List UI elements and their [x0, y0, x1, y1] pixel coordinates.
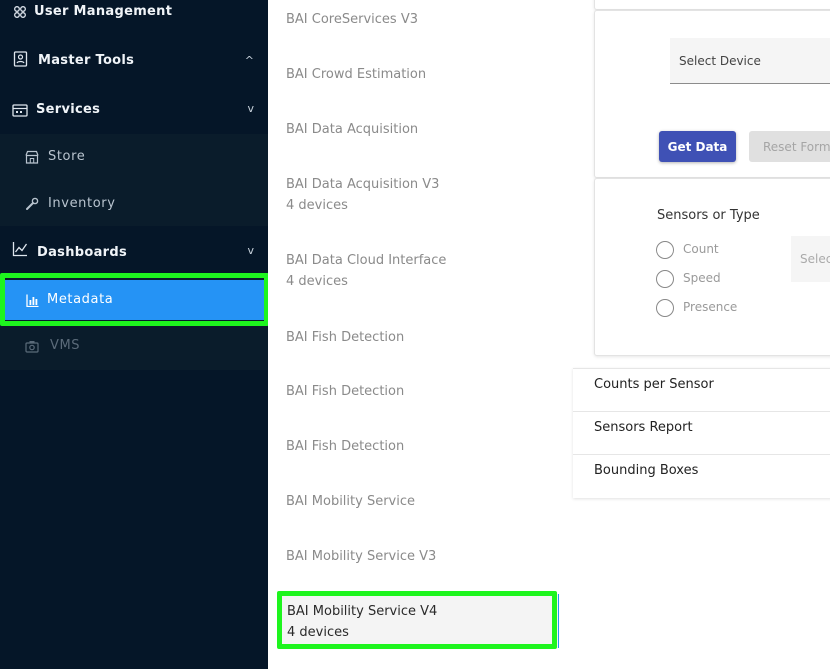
- app-root: User Management Master Tools ^ Services …: [0, 0, 830, 669]
- wrench-icon: [24, 196, 40, 212]
- list-item-service[interactable]: BAI Mobility Service V3: [286, 546, 436, 567]
- sidebar-item-label: Inventory: [48, 196, 116, 211]
- sidebar-item-store[interactable]: Store: [0, 137, 268, 177]
- accordion-sensors-report[interactable]: Sensors Report: [573, 411, 830, 454]
- accordion-label: Sensors Report: [594, 420, 693, 435]
- store-icon: [24, 149, 40, 165]
- sidebar-item-label: VMS: [50, 338, 81, 353]
- list-item-service[interactable]: BAI CoreServices V3: [286, 9, 418, 30]
- sidebar-item-services[interactable]: Services v: [0, 98, 268, 122]
- service-list: BAI CoreServices V3 BAI Crowd Estimation…: [268, 0, 560, 669]
- list-item-service[interactable]: BAI Data Acquisition: [286, 119, 418, 140]
- contact-book-icon: [12, 51, 28, 67]
- service-name: BAI Mobility Service V4: [287, 604, 438, 619]
- sensor-select-placeholder: Select: [800, 252, 830, 266]
- sidebar-item-label: Metadata: [47, 292, 114, 307]
- sensors-title: Sensors or Type: [657, 208, 760, 223]
- service-name: BAI CoreServices V3: [286, 12, 418, 27]
- device-count: 4 devices: [287, 625, 349, 640]
- service-name: BAI Fish Detection: [286, 330, 405, 345]
- list-item-service[interactable]: BAI Fish Detection: [286, 381, 404, 402]
- get-data-button[interactable]: Get Data: [659, 131, 736, 162]
- sidebar-item-dashboards[interactable]: Dashboards v: [0, 240, 268, 264]
- sidebar: User Management Master Tools ^ Services …: [0, 0, 269, 669]
- accordion-bounding-boxes[interactable]: Bounding Boxes: [573, 454, 830, 497]
- radio-label-speed: Speed: [683, 271, 721, 285]
- radio-speed[interactable]: [656, 270, 674, 288]
- service-name: BAI Fish Detection: [286, 439, 405, 454]
- accordion-label: Counts per Sensor: [594, 377, 714, 392]
- service-name: BAI Data Acquisition V3: [286, 177, 440, 192]
- chevron-up-icon: ^: [244, 54, 254, 67]
- list-item-service-selected[interactable]: BAI Mobility Service V4 4 devices: [287, 601, 437, 643]
- sidebar-item-label: Store: [48, 149, 86, 164]
- sidebar-item-user-management[interactable]: User Management: [0, 2, 268, 22]
- service-name: BAI Data Acquisition: [286, 122, 419, 137]
- radio-label-count: Count: [683, 242, 719, 256]
- sidebar-item-label: User Management: [34, 4, 173, 19]
- reset-form-button[interactable]: Reset Form: [749, 131, 830, 162]
- list-item-service[interactable]: BAI Fish Detection: [286, 327, 404, 348]
- service-name: BAI Data Cloud Interface: [286, 253, 447, 268]
- sidebar-item-label: Dashboards: [37, 245, 128, 260]
- accordion-counts-per-sensor[interactable]: Counts per Sensor: [573, 368, 830, 411]
- service-name: BAI Fish Detection: [286, 384, 405, 399]
- sidebar-item-label: Services: [36, 102, 101, 117]
- select-device-placeholder: Select Device: [679, 54, 761, 68]
- sidebar-item-metadata[interactable]: Metadata: [0, 280, 268, 320]
- top-card: [594, 0, 830, 10]
- radio-label-presence: Presence: [683, 300, 738, 314]
- list-item-service[interactable]: BAI Mobility Service: [286, 491, 415, 512]
- device-count: 4 devices: [286, 274, 348, 289]
- chevron-down-icon: v: [247, 244, 254, 257]
- sidebar-item-inventory[interactable]: Inventory: [0, 184, 268, 224]
- accordion-label: Bounding Boxes: [594, 463, 699, 478]
- list-item-service[interactable]: BAI Fish Detection: [286, 436, 404, 457]
- service-name: BAI Mobility Service V3: [286, 549, 437, 564]
- camera-icon: [24, 338, 40, 354]
- radio-presence[interactable]: [656, 299, 674, 317]
- calendar-icon: [12, 102, 28, 118]
- select-device-dropdown[interactable]: Select Device: [670, 38, 830, 84]
- service-name: BAI Crowd Estimation: [286, 67, 427, 82]
- sensor-select-dropdown[interactable]: Select: [791, 236, 830, 282]
- sidebar-item-master-tools[interactable]: Master Tools ^: [0, 48, 268, 74]
- radio-count[interactable]: [656, 241, 674, 259]
- chevron-down-icon: v: [247, 102, 254, 115]
- reset-form-label: Reset Form: [763, 139, 830, 154]
- sidebar-item-label: Master Tools: [38, 53, 135, 68]
- list-item-service[interactable]: BAI Data Cloud Interface 4 devices: [286, 250, 446, 292]
- bar-chart-icon: [24, 292, 40, 308]
- list-item-service[interactable]: BAI Crowd Estimation: [286, 64, 426, 85]
- service-name: BAI Mobility Service: [286, 494, 416, 509]
- line-chart-icon: [12, 241, 28, 257]
- sidebar-item-vms[interactable]: VMS: [0, 326, 268, 366]
- list-item-service[interactable]: BAI Data Acquisition V3 4 devices: [286, 174, 439, 216]
- users-group-icon: [12, 4, 28, 20]
- device-count: 4 devices: [286, 198, 348, 213]
